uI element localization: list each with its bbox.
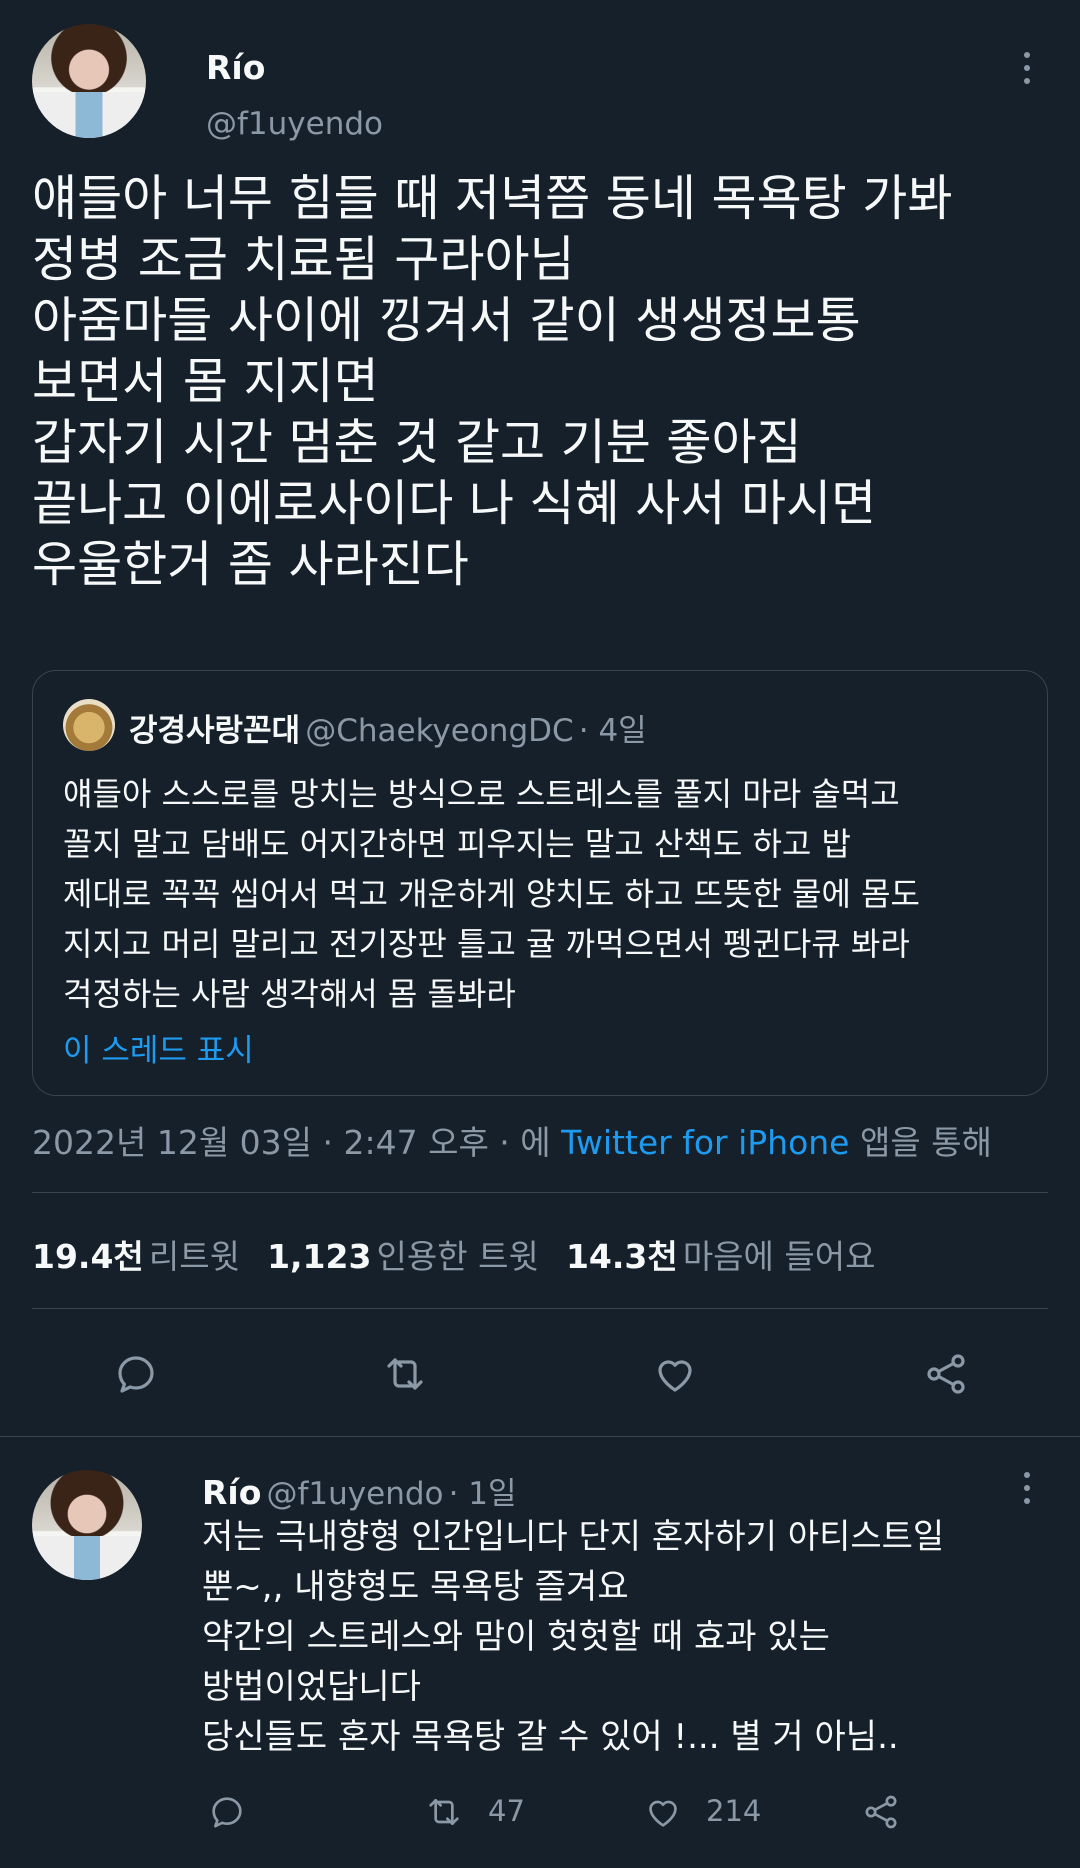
reply-avatar[interactable] (32, 1470, 142, 1580)
quotes-stat[interactable]: 1,123 인용한 트윗 (267, 1237, 544, 1276)
quotes-count: 1,123 (267, 1237, 372, 1276)
tweet-stats: 19.4천 리트윗 1,123 인용한 트윗 14.3천 마음에 들어요 (32, 1230, 875, 1278)
reply-retweet-count: 47 (488, 1794, 525, 1828)
reply-more-icon[interactable] (1022, 1472, 1032, 1504)
retweet-icon[interactable] (374, 1348, 436, 1400)
quoted-author-name: 강경사랑꼰대 (129, 713, 301, 749)
reply-retweet-icon[interactable] (418, 1790, 470, 1834)
quoted-avatar (63, 699, 115, 751)
reply-icon[interactable] (106, 1348, 166, 1400)
reply-reply-icon[interactable] (204, 1790, 250, 1834)
divider (32, 1192, 1048, 1193)
retweets-label: 리트윗 (148, 1237, 240, 1276)
tweet-meta: 2022년 12월 03일 · 2:47 오후 · 에 Twitter for … (32, 1116, 992, 1164)
share-icon[interactable] (916, 1348, 976, 1400)
divider (32, 1308, 1048, 1309)
reply-text: 저는 극내향형 인간입니다 단지 혼자하기 아티스트일 뿐~,, 내향형도 목욕… (202, 1517, 945, 1757)
quoted-text: 얘들아 스스로를 망치는 방식으로 스트레스를 풀지 마라 술먹고 꼴지 말고 … (63, 775, 920, 1013)
section-separator (0, 1436, 1080, 1437)
show-thread-link[interactable]: 이 스레드 표시 (63, 1025, 254, 1070)
quoted-tweet[interactable]: 강경사랑꼰대 @ChaekyeongDC · 4일 얘들아 스스로를 망치는 방… (32, 670, 1048, 1096)
tweet-text: 얘들아 너무 힘들 때 저녁쯤 동네 목욕탕 가봐 정병 조금 치료됨 구라아님… (32, 170, 953, 593)
tweet-source-suffix: 앱을 통해 (860, 1123, 992, 1162)
likes-stat[interactable]: 14.3천 마음에 들어요 (566, 1237, 876, 1276)
author-handle[interactable]: @f1uyendo (206, 106, 383, 142)
like-icon[interactable] (645, 1348, 705, 1400)
likes-count: 14.3천 (565, 1237, 678, 1276)
author-name[interactable]: Río (206, 48, 265, 87)
reply-share-icon[interactable] (858, 1790, 904, 1834)
tweet-timestamp[interactable]: 2022년 12월 03일 · 2:47 오후 · 에 (32, 1123, 551, 1162)
quoted-time: · 4일 (578, 713, 647, 749)
reply-time[interactable]: · 1일 (449, 1476, 517, 1512)
retweets-count: 19.4천 (32, 1237, 144, 1276)
reply-header: Río @f1uyendo · 1일 (202, 1468, 517, 1513)
reply-like-icon[interactable] (640, 1790, 686, 1834)
tweet-source[interactable]: Twitter for iPhone (561, 1123, 849, 1162)
quoted-header: 강경사랑꼰대 @ChaekyeongDC · 4일 (129, 705, 647, 750)
retweets-stat[interactable]: 19.4천 리트윗 (32, 1237, 245, 1276)
quotes-label: 인용한 트윗 (376, 1237, 539, 1276)
reply-like-count: 214 (706, 1794, 762, 1828)
author-avatar[interactable] (32, 24, 146, 138)
quoted-author-handle: @ChaekyeongDC (305, 713, 574, 749)
reply-author-handle[interactable]: @f1uyendo (267, 1476, 444, 1512)
more-icon[interactable] (1022, 52, 1032, 84)
likes-label: 마음에 들어요 (682, 1237, 876, 1276)
reply-author-name[interactable]: Río (202, 1473, 261, 1512)
